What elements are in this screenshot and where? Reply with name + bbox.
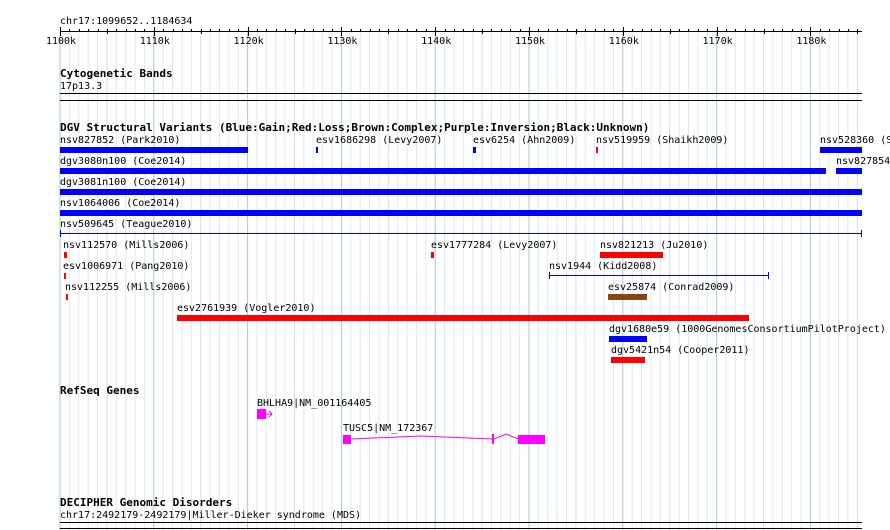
decipher-bar-bottom xyxy=(60,528,862,529)
gene-exon xyxy=(518,435,545,444)
gene-exon xyxy=(257,409,266,419)
gene-bhlha9[interactable] xyxy=(257,409,273,419)
track-title-decipher[interactable]: DECIPHER Genomic Disorders xyxy=(60,497,232,508)
gene-intron xyxy=(350,435,494,440)
gene-tusc5[interactable] xyxy=(343,433,545,444)
refseq-gene-models xyxy=(257,409,545,444)
decipher-bar-top xyxy=(60,522,862,523)
gene-exon xyxy=(343,435,351,444)
genome-browser-panel: chr17:1099652..1184634 1100k 1110k 1120k 11… xyxy=(0,0,890,530)
decipher-entry-label: chr17:2492179-2492179|Miller-Dieker synd… xyxy=(60,510,362,521)
gene-intron xyxy=(493,433,519,440)
gene-exon xyxy=(492,434,494,444)
